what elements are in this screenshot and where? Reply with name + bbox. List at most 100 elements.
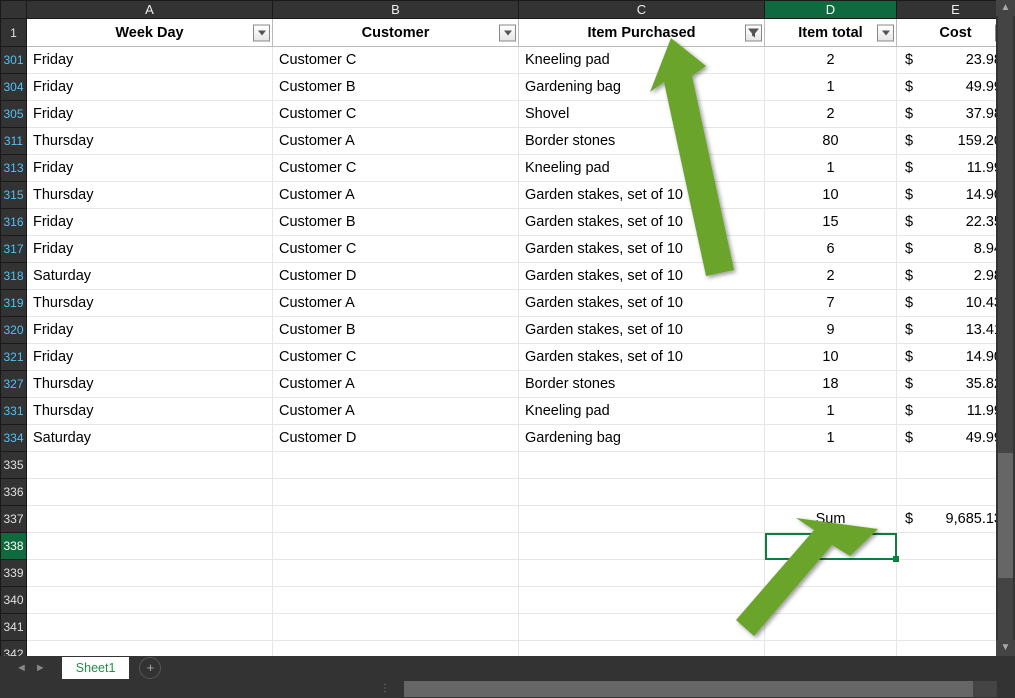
filter-button[interactable] [253, 24, 270, 41]
scroll-down-icon[interactable]: ▼ [996, 640, 1015, 656]
row-number[interactable]: 340 [1, 587, 27, 614]
cell[interactable] [519, 587, 765, 614]
cell[interactable]: Kneeling pad [519, 155, 765, 182]
header-item-purchased[interactable]: Item Purchased [519, 19, 765, 47]
cell[interactable]: Garden stakes, set of 10 [519, 317, 765, 344]
cell[interactable]: Customer D [273, 263, 519, 290]
cell[interactable]: Customer A [273, 398, 519, 425]
cell[interactable] [765, 479, 897, 506]
add-sheet-button[interactable]: + [139, 657, 161, 679]
cell[interactable] [27, 533, 273, 560]
cell[interactable]: 1 [765, 74, 897, 101]
cell[interactable]: Garden stakes, set of 10 [519, 182, 765, 209]
cell[interactable]: 6 [765, 236, 897, 263]
row-number[interactable]: 327 [1, 371, 27, 398]
cell[interactable]: 2 [765, 47, 897, 74]
row-number[interactable]: 317 [1, 236, 27, 263]
cell[interactable]: Thursday [27, 371, 273, 398]
cell[interactable] [519, 560, 765, 587]
cell[interactable] [273, 506, 519, 533]
row-number[interactable]: 338 [1, 533, 27, 560]
cell[interactable]: Customer B [273, 317, 519, 344]
cell[interactable] [765, 452, 897, 479]
row-number[interactable]: 319 [1, 290, 27, 317]
cell[interactable]: Customer C [273, 47, 519, 74]
cell[interactable]: Garden stakes, set of 10 [519, 263, 765, 290]
row-number[interactable]: 318 [1, 263, 27, 290]
row-number[interactable]: 339 [1, 560, 27, 587]
row-number[interactable]: 337 [1, 506, 27, 533]
row-number[interactable]: 313 [1, 155, 27, 182]
select-all-corner[interactable] [1, 1, 27, 19]
cell[interactable]: Kneeling pad [519, 398, 765, 425]
fill-handle[interactable] [893, 556, 899, 562]
cell[interactable] [765, 587, 897, 614]
cell[interactable]: 1 [765, 398, 897, 425]
cell[interactable]: Kneeling pad [519, 47, 765, 74]
cell[interactable]: Customer C [273, 101, 519, 128]
cell[interactable]: Customer A [273, 371, 519, 398]
cell[interactable]: 7 [765, 290, 897, 317]
cell[interactable] [519, 452, 765, 479]
sheet-tab[interactable]: Sheet1 [62, 657, 130, 679]
cell[interactable] [273, 533, 519, 560]
cell[interactable]: Friday [27, 74, 273, 101]
cell[interactable] [765, 560, 897, 587]
cell[interactable]: Friday [27, 209, 273, 236]
scroll-track[interactable] [998, 16, 1013, 640]
cell[interactable]: Gardening bag [519, 425, 765, 452]
row-number[interactable]: 304 [1, 74, 27, 101]
row-number[interactable]: 315 [1, 182, 27, 209]
horizontal-scrollbar[interactable]: ⋮ [0, 679, 1015, 698]
cell[interactable]: Customer A [273, 290, 519, 317]
cell[interactable]: Garden stakes, set of 10 [519, 344, 765, 371]
cell[interactable]: Border stones [519, 128, 765, 155]
spreadsheet-grid[interactable]: A B C D E 1 Week Day Customer Item Purch… [0, 0, 1015, 656]
cell[interactable]: 1 [765, 155, 897, 182]
tab-prev-icon[interactable]: ◄ [16, 662, 27, 674]
cell[interactable]: Friday [27, 101, 273, 128]
filter-button[interactable] [877, 24, 894, 41]
filter-button-active[interactable] [745, 24, 762, 41]
cell[interactable]: Saturday [27, 263, 273, 290]
cell[interactable]: Customer C [273, 344, 519, 371]
cell[interactable] [27, 506, 273, 533]
cell[interactable]: Customer A [273, 182, 519, 209]
cell[interactable] [273, 452, 519, 479]
cell[interactable] [273, 614, 519, 641]
header-customer[interactable]: Customer [273, 19, 519, 47]
cell[interactable]: Friday [27, 317, 273, 344]
row-number[interactable]: 316 [1, 209, 27, 236]
cell[interactable]: 80 [765, 128, 897, 155]
cell[interactable]: Customer B [273, 74, 519, 101]
col-header-C[interactable]: C [519, 1, 765, 19]
vertical-scrollbar[interactable]: ▲ ▼ [996, 0, 1015, 656]
cell[interactable]: 2 [765, 263, 897, 290]
col-header-B[interactable]: B [273, 1, 519, 19]
row-number[interactable]: 336 [1, 479, 27, 506]
cell[interactable]: Garden stakes, set of 10 [519, 209, 765, 236]
cell[interactable]: Friday [27, 47, 273, 74]
cell[interactable] [273, 587, 519, 614]
cell[interactable]: 1 [765, 425, 897, 452]
cell[interactable]: Saturday [27, 425, 273, 452]
cell[interactable]: 10 [765, 344, 897, 371]
row-number[interactable]: 301 [1, 47, 27, 74]
cell[interactable] [519, 533, 765, 560]
row-number[interactable]: 320 [1, 317, 27, 344]
tab-next-icon[interactable]: ► [35, 662, 46, 674]
cell[interactable] [27, 587, 273, 614]
scroll-thumb[interactable] [998, 453, 1013, 578]
cell[interactable] [273, 479, 519, 506]
row-number[interactable]: 334 [1, 425, 27, 452]
col-header-A[interactable]: A [27, 1, 273, 19]
row-number[interactable]: 331 [1, 398, 27, 425]
cell[interactable]: Friday [27, 155, 273, 182]
row-number[interactable]: 321 [1, 344, 27, 371]
filter-button[interactable] [499, 24, 516, 41]
cell[interactable] [519, 506, 765, 533]
scroll-up-icon[interactable]: ▲ [996, 0, 1015, 16]
cell[interactable]: Friday [27, 344, 273, 371]
cell[interactable]: 2 [765, 101, 897, 128]
row-number[interactable]: 341 [1, 614, 27, 641]
